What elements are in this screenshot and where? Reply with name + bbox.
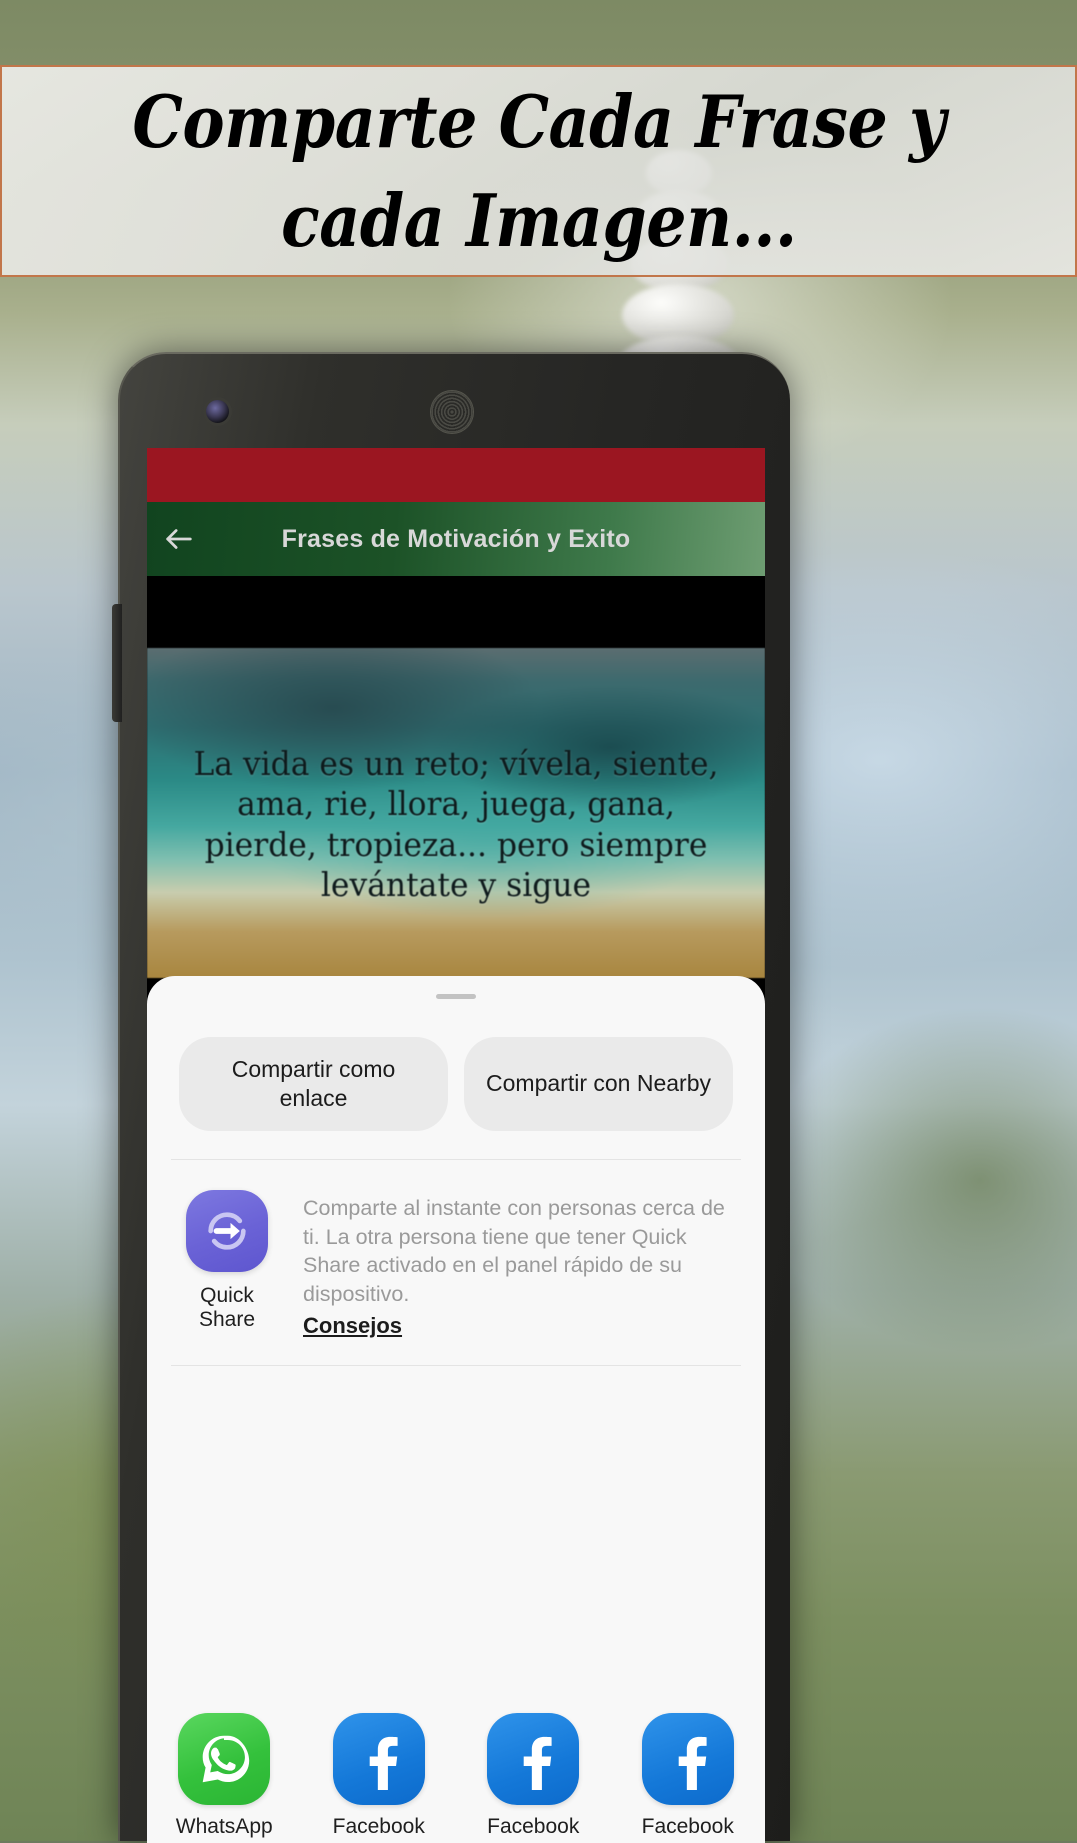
share-app-label: Facebook — [611, 1815, 766, 1839]
back-button[interactable] — [147, 502, 211, 576]
quick-share-description: Comparte al instante con personas cerca … — [303, 1194, 739, 1308]
quick-share-glyph — [199, 1203, 255, 1259]
quick-share-section: Quick Share Comparte al instante con per… — [147, 1160, 765, 1365]
quick-share-identity[interactable]: Quick Share — [173, 1190, 281, 1339]
share-app-label: Facebook — [456, 1815, 611, 1839]
facebook-icon — [333, 1713, 425, 1805]
share-with-nearby-chip[interactable]: Compartir con Nearby — [464, 1037, 733, 1131]
share-as-link-chip[interactable]: Compartir como enlace — [179, 1037, 448, 1131]
share-option-chips: Compartir como enlace Compartir con Near… — [147, 999, 765, 1159]
facebook-glyph — [348, 1728, 410, 1790]
arrow-left-icon — [162, 522, 196, 556]
whatsapp-icon — [178, 1713, 270, 1805]
app-bar: Frases de Motivación y Exito — [147, 502, 765, 576]
share-app-whatsapp[interactable]: WhatsApp — [147, 1713, 302, 1839]
share-app-facebook-1[interactable]: Facebook — [302, 1713, 457, 1839]
phone-mockup: Frases de Motivación y Exito La vida es … — [118, 352, 790, 1841]
facebook-glyph — [657, 1728, 719, 1790]
share-app-facebook-2[interactable]: Facebook — [456, 1713, 611, 1839]
share-app-facebook-3[interactable]: Facebook — [611, 1713, 766, 1839]
phone-screen: Frases de Motivación y Exito La vida es … — [147, 448, 765, 1843]
quick-share-label: Quick Share — [173, 1284, 281, 1332]
ad-placeholder-strip — [147, 576, 765, 648]
quick-share-info: Comparte al instante con personas cerca … — [303, 1190, 739, 1339]
facebook-icon — [487, 1713, 579, 1805]
share-app-row: WhatsApp Facebook — [147, 1699, 765, 1843]
quote-image[interactable]: La vida es un reto; vívela, siente, ama,… — [147, 648, 765, 978]
front-camera-icon — [206, 400, 229, 423]
promo-banner-text: Comparte Cada Frase y cada Imagen... — [97, 72, 980, 271]
status-bar — [147, 448, 765, 502]
share-targets-loading-region — [147, 1366, 765, 1514]
promo-banner: Comparte Cada Frase y cada Imagen... — [0, 65, 1077, 277]
phone-side-button — [112, 604, 122, 722]
share-app-label: Facebook — [302, 1815, 457, 1839]
share-bottom-sheet: Compartir como enlace Compartir con Near… — [147, 976, 765, 1843]
facebook-glyph — [502, 1728, 564, 1790]
facebook-icon — [642, 1713, 734, 1805]
share-app-label: WhatsApp — [147, 1815, 302, 1839]
quick-share-icon — [186, 1190, 268, 1272]
app-bar-title: Frases de Motivación y Exito — [211, 525, 765, 554]
quote-image-text: La vida es un reto; vívela, siente, ama,… — [162, 744, 749, 905]
whatsapp-glyph — [193, 1728, 255, 1790]
quick-share-tips-link[interactable]: Consejos — [303, 1313, 402, 1339]
earpiece-speaker-icon — [430, 390, 474, 434]
